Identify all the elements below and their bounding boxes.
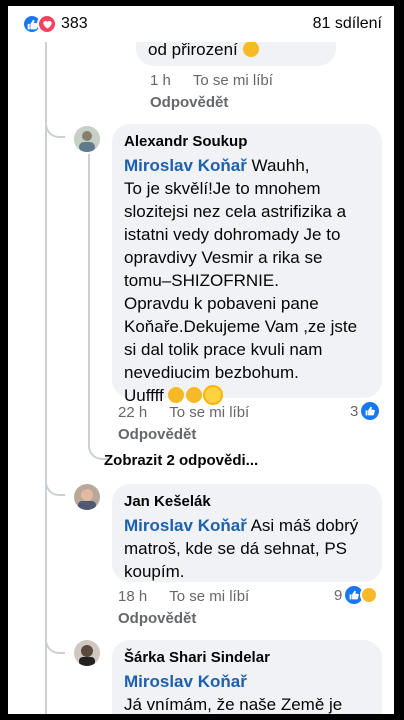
avatar[interactable] bbox=[74, 126, 100, 152]
view-replies-link[interactable]: Zobrazit 2 odpovědi... bbox=[104, 452, 258, 469]
mention-link[interactable]: Miroslav Koňař bbox=[124, 672, 247, 691]
face-emoji-icon bbox=[168, 387, 185, 403]
comment-bubble[interactable]: Jan Kešelák Miroslav Koňař Asi máš dobrý… bbox=[112, 484, 382, 582]
reaction-summary[interactable]: 383 bbox=[22, 14, 88, 34]
reaction-badge[interactable]: 9 bbox=[334, 586, 379, 604]
reaction-count: 3 bbox=[350, 402, 359, 420]
reaction-count: 383 bbox=[61, 15, 88, 32]
comment-time[interactable]: 1 h bbox=[150, 72, 171, 89]
comment-text: Miroslav Koňař Asi máš dobrý matroš, kde… bbox=[124, 514, 370, 583]
comment-author[interactable]: Alexandr Soukup bbox=[124, 132, 370, 152]
emoji-icon bbox=[242, 41, 259, 57]
comment-body: Já vnímám, že naše Země je bbox=[124, 695, 343, 714]
reaction-count: 9 bbox=[334, 586, 343, 604]
reply-link[interactable]: Odpovědět bbox=[118, 426, 196, 443]
mention-link[interactable]: Miroslav Koňař bbox=[124, 156, 247, 175]
comment-text: od přirození bbox=[148, 40, 238, 59]
reaction-badge[interactable]: 3 bbox=[350, 402, 380, 420]
comment-time[interactable]: 18 h bbox=[118, 588, 147, 605]
comment-text: Miroslav Koňař Wauhh, To je skvělí!Je to… bbox=[124, 154, 370, 407]
like-link[interactable]: To se mi líbí bbox=[169, 588, 249, 605]
comment-body: Wauhh, To je skvělí!Je to mnohem slozite… bbox=[124, 156, 358, 405]
reply-link[interactable]: Odpovědět bbox=[118, 610, 196, 627]
thread-connector bbox=[45, 474, 65, 496]
comment-meta: 1 h To se mi líbí bbox=[150, 72, 273, 89]
laugh-emoji-icon bbox=[360, 586, 379, 604]
comment-meta: 22 h To se mi líbí bbox=[118, 404, 249, 421]
thread-line-main bbox=[45, 42, 47, 714]
comment-author[interactable]: Šárka Shari Sindelar bbox=[124, 648, 370, 668]
shares-count[interactable]: 81 sdílení bbox=[313, 15, 382, 33]
grin-emoji-icon bbox=[186, 387, 203, 403]
comment-text: Miroslav Koňař Já vnímám, že naše Země je bbox=[124, 670, 370, 714]
heart-icon bbox=[37, 14, 57, 34]
reply-link[interactable]: Odpovědět bbox=[150, 94, 228, 111]
thread-line-sub bbox=[88, 154, 90, 444]
thread-connector bbox=[45, 630, 65, 654]
comment-bubble[interactable]: Šárka Shari Sindelar Miroslav Koňař Já vn… bbox=[112, 640, 382, 714]
avatar[interactable] bbox=[74, 640, 100, 666]
comment-bubble[interactable]: Alexandr Soukup Miroslav Koňař Wauhh, To… bbox=[112, 124, 382, 405]
comment-meta: 18 h To se mi líbí bbox=[118, 588, 249, 605]
mention-link[interactable]: Miroslav Koňař bbox=[124, 516, 247, 535]
thread-connector bbox=[45, 116, 65, 138]
thumbs-up-icon bbox=[361, 402, 380, 420]
like-link[interactable]: To se mi líbí bbox=[169, 404, 249, 421]
sun-emoji-icon bbox=[205, 387, 222, 403]
comment-time[interactable]: 22 h bbox=[118, 404, 147, 421]
avatar[interactable] bbox=[74, 484, 100, 510]
reactions-bar: 383 81 sdílení bbox=[8, 6, 394, 42]
comment-author[interactable]: Jan Kešelák bbox=[124, 492, 370, 512]
like-link[interactable]: To se mi líbí bbox=[193, 72, 273, 89]
phone-screen: 383 81 sdílení od přirození 1 h To se mi… bbox=[8, 6, 394, 714]
